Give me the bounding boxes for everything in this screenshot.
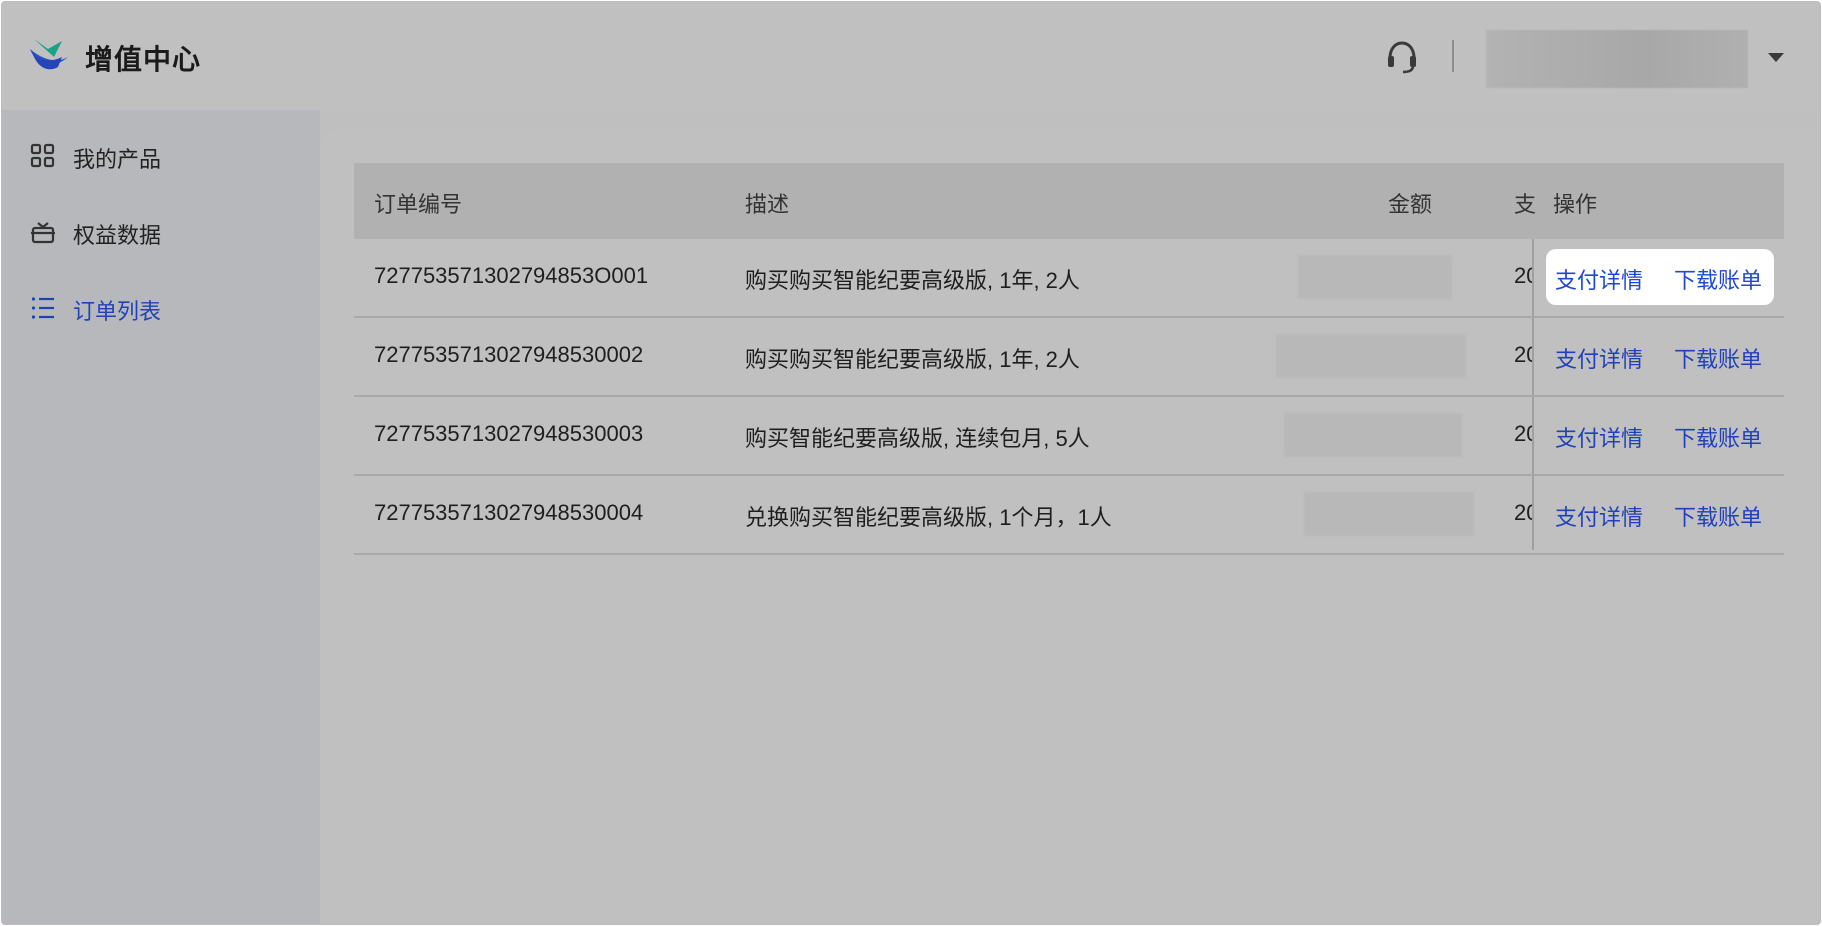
table-row: 7277535713027948530002 购买购买智能纪要高级版, 1年, …: [354, 318, 1784, 397]
order-description: 兑换购买智能纪要高级版, 1个月，1人: [745, 505, 1112, 530]
grid-icon: [30, 143, 55, 168]
column-header-amount: 金额: [1388, 192, 1433, 217]
table-row: 727753571302794853O001 购买购买智能纪要高级版, 1年, …: [354, 239, 1784, 318]
column-header-actions: 操作: [1553, 192, 1598, 217]
amount-redacted: [1298, 255, 1452, 299]
gift-icon: [31, 222, 55, 244]
amount-redacted: [1284, 413, 1462, 457]
table-header: 订单编号 描述 金额 支 操作: [354, 163, 1784, 239]
download-bill-link[interactable]: 下载账单: [1674, 500, 1762, 532]
amount-redacted: [1276, 334, 1466, 378]
sidebar-item-order-list[interactable]: 订单列表: [2, 278, 320, 338]
user-account-box[interactable]: [1486, 30, 1748, 88]
pay-time-clipped: 20: [1514, 342, 1532, 367]
payment-details-link[interactable]: 支付详情: [1555, 421, 1643, 453]
table-row: 7277535713027948530003 购买智能纪要高级版, 连续包月, …: [354, 397, 1784, 476]
order-description: 购买智能纪要高级版, 连续包月, 5人: [745, 426, 1090, 451]
sidebar-item-label: 权益数据: [73, 223, 162, 248]
payment-details-link[interactable]: 支付详情: [1555, 500, 1643, 532]
orders-table: 订单编号 描述 金额 支 操作 727753571302794853O001 购…: [354, 163, 1784, 555]
sidebar-item-benefit-data[interactable]: 权益数据: [2, 202, 320, 262]
headset-icon[interactable]: [1384, 38, 1420, 76]
sidebar-item-my-products[interactable]: 我的产品: [2, 126, 320, 186]
sidebar: 我的产品 权益数据 订单列表: [2, 110, 320, 924]
pay-time-clipped: 20: [1514, 421, 1532, 446]
payment-details-link[interactable]: 支付详情: [1555, 263, 1643, 295]
order-description: 购买购买智能纪要高级版, 1年, 2人: [745, 347, 1080, 372]
order-description: 购买购买智能纪要高级版, 1年, 2人: [745, 268, 1080, 293]
column-header-description: 描述: [745, 192, 790, 217]
caret-down-icon[interactable]: [1766, 50, 1786, 64]
payment-details-link[interactable]: 支付详情: [1555, 342, 1643, 374]
column-header-pay-time: 支: [1514, 192, 1537, 217]
column-header-order-no: 订单编号: [374, 192, 463, 217]
order-number: 7277535713027948530003: [374, 421, 644, 446]
table-row: 7277535713027948530004 兑换购买智能纪要高级版, 1个月，…: [354, 476, 1784, 555]
amount-redacted: [1304, 492, 1474, 536]
sidebar-item-label: 订单列表: [73, 299, 162, 324]
order-number: 7277535713027948530004: [374, 500, 644, 525]
order-number: 7277535713027948530002: [374, 342, 644, 367]
main-content: 订单编号 描述 金额 支 操作 727753571302794853O001 购…: [320, 130, 1816, 924]
sidebar-item-label: 我的产品: [73, 147, 162, 172]
top-header: 增值中心: [2, 2, 1820, 110]
download-bill-link[interactable]: 下载账单: [1674, 421, 1762, 453]
header-divider: [1452, 40, 1454, 72]
download-bill-link[interactable]: 下载账单: [1674, 342, 1762, 374]
pay-time-clipped: 20: [1514, 263, 1532, 288]
order-number: 727753571302794853O001: [374, 263, 649, 288]
pay-time-clipped: 20: [1514, 500, 1532, 525]
list-icon: [31, 297, 54, 319]
app-title: 增值中心: [85, 44, 202, 75]
app-logo: [30, 39, 68, 70]
app-window: 增值中心 我的产品 权益数据 订单列表 订单编号 描述 金额 支 操作 7277…: [1, 1, 1821, 925]
download-bill-link[interactable]: 下载账单: [1674, 263, 1762, 295]
